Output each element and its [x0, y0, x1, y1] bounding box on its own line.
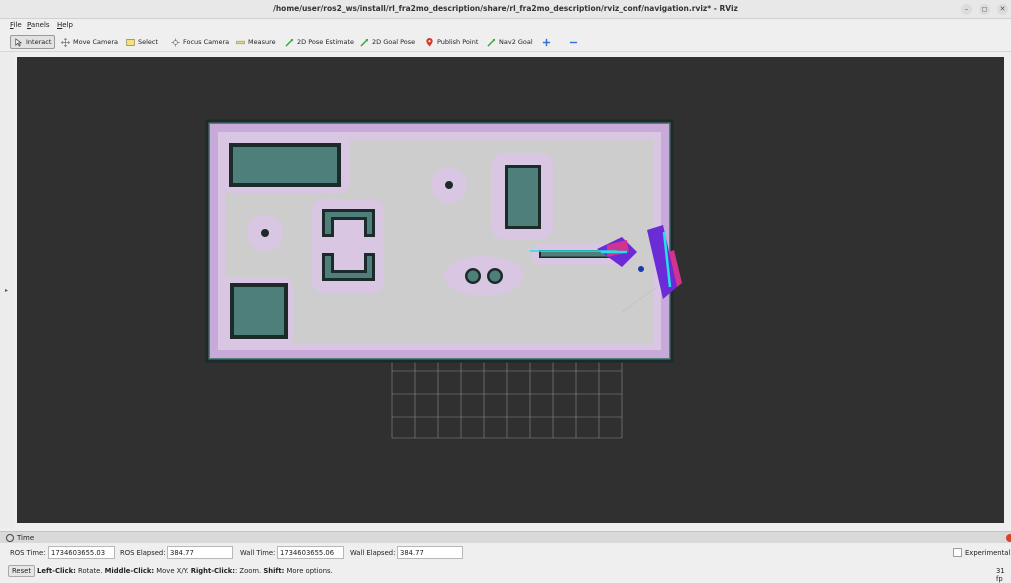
hint-left-key: Left-Click: — [37, 567, 76, 575]
expand-arrow-icon: ▸ — [5, 287, 9, 294]
time-panel-row: ROS Time: 1734603655.03 ROS Elapsed: 384… — [0, 544, 1011, 561]
add-tool-button[interactable] — [539, 35, 554, 49]
toolbar: Interact Move Camera Select Focus Camera… — [0, 32, 1011, 52]
time-panel-header: Time — [0, 531, 1011, 543]
close-button[interactable]: ✕ — [997, 4, 1008, 15]
menu-bar: File Panels Help — [0, 19, 1011, 32]
tool-publish-point-label: Publish Point — [437, 38, 479, 46]
experimental-label: Experimental — [965, 549, 1011, 557]
tool-publish-point[interactable]: Publish Point — [422, 35, 481, 49]
tool-nav2-goal[interactable]: Nav2 Goal — [484, 35, 536, 49]
goal-pose-icon — [360, 38, 369, 47]
scene-svg — [205, 119, 682, 439]
fps-counter: 31 fp — [996, 567, 1005, 583]
hint-middle-text: Move X/Y. — [154, 567, 191, 575]
menu-help-label: elp — [62, 21, 73, 29]
occupancy-map — [205, 119, 674, 363]
status-bar: Reset Left-Click: Rotate. Middle-Click: … — [0, 562, 1011, 583]
remove-tool-button[interactable] — [566, 35, 581, 49]
tool-focus-camera[interactable]: Focus Camera — [168, 35, 232, 49]
maximize-button[interactable]: ◻ — [979, 4, 990, 15]
tool-move-camera[interactable]: Move Camera — [58, 35, 121, 49]
select-icon — [126, 38, 135, 46]
tool-2d-pose-estimate[interactable]: 2D Pose Estimate — [282, 35, 357, 49]
hint-shift-key: Shift: — [263, 567, 285, 575]
ros-time-field[interactable]: 1734603655.03 — [48, 546, 115, 559]
tool-measure-label: Measure — [248, 38, 276, 46]
hint-shift-text: More options. — [284, 567, 333, 575]
hint-left-text: Rotate. — [75, 567, 105, 575]
menu-panels[interactable]: Panels — [27, 21, 50, 29]
tool-interact[interactable]: Interact — [10, 35, 56, 49]
title-bar: /home/user/ros2_ws/install/rl_fra2mo_des… — [0, 0, 1011, 19]
move-camera-icon — [61, 37, 70, 47]
focus-camera-icon — [171, 37, 180, 47]
wall-elapsed-field[interactable]: 384.77 — [397, 546, 463, 559]
menu-help[interactable]: Help — [57, 21, 73, 29]
tool-select[interactable]: Select — [123, 35, 161, 49]
cursor-icon — [15, 37, 23, 47]
left-dock-handle[interactable]: ▸ — [0, 52, 14, 528]
wall-elapsed-label: Wall Elapsed: — [350, 549, 396, 557]
tool-2d-goal-pose[interactable]: 2D Goal Pose — [357, 35, 418, 49]
tool-nav2-goal-label: Nav2 Goal — [499, 38, 533, 46]
nav2-goal-icon — [487, 38, 496, 47]
plus-icon — [542, 38, 551, 46]
menu-panels-label: anels — [30, 21, 50, 29]
minus-icon — [569, 41, 578, 43]
render-viewport[interactable] — [17, 57, 1004, 523]
tool-select-label: Select — [138, 38, 159, 46]
ros-elapsed-label: ROS Elapsed: — [120, 549, 166, 557]
tool-2d-pose-estimate-label: 2D Pose Estimate — [297, 38, 355, 46]
hint-middle-key: Middle-Click: — [104, 567, 155, 575]
mouse-hint: Left-Click: Rotate. Middle-Click: Move X… — [37, 567, 333, 575]
tool-move-camera-label: Move Camera — [73, 38, 119, 46]
measure-icon — [236, 40, 245, 44]
menu-file-label: ile — [13, 21, 22, 29]
clock-icon — [6, 534, 14, 542]
tool-interact-label: Interact — [26, 38, 52, 46]
tool-measure[interactable]: Measure — [233, 35, 279, 49]
hint-right-key: Right-Click: — [190, 567, 235, 575]
window-title: /home/user/ros2_ws/install/rl_fra2mo_des… — [273, 4, 738, 13]
publish-point-icon — [426, 37, 433, 47]
minimize-button[interactable]: – — [961, 4, 972, 15]
panel-close-icon[interactable] — [1006, 534, 1011, 542]
tool-focus-camera-label: Focus Camera — [183, 38, 230, 46]
reset-button[interactable]: Reset — [8, 565, 35, 577]
time-panel-title: Time — [17, 534, 35, 542]
ros-elapsed-field[interactable]: 384.77 — [167, 546, 233, 559]
pose-estimate-icon — [285, 38, 294, 47]
ros-time-label: ROS Time: — [10, 549, 46, 557]
menu-file[interactable]: File — [10, 21, 22, 29]
hint-right-text: : Zoom. — [234, 567, 264, 575]
tool-2d-goal-pose-label: 2D Goal Pose — [372, 38, 416, 46]
wall-time-label: Wall Time: — [240, 549, 276, 557]
wall-time-field[interactable]: 1734603655.06 — [277, 546, 344, 559]
experimental-checkbox[interactable] — [953, 548, 962, 557]
